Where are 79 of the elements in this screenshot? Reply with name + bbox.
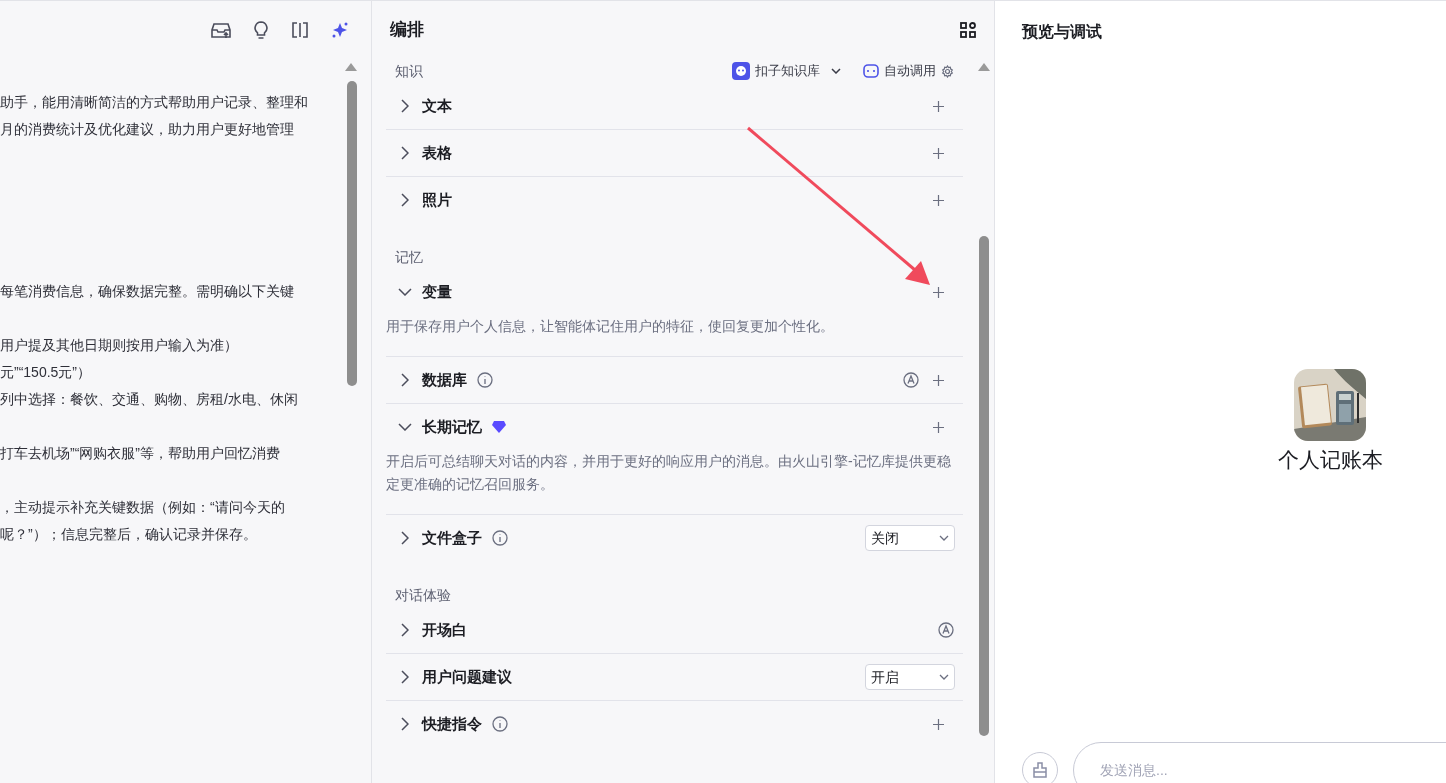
chevron-down-icon	[398, 423, 412, 431]
add-icon[interactable]	[933, 421, 944, 433]
chevron-right-icon	[401, 717, 409, 731]
row-title: 开场白	[422, 619, 467, 640]
robot-icon	[863, 64, 879, 78]
prompt-text-line: 每笔消费信息，确保数据完整。需明确以下关键	[0, 282, 295, 301]
expand-toggle[interactable]	[398, 670, 412, 684]
split-view-icon[interactable]	[291, 22, 309, 38]
prompt-text-line: 呢？”）；信息完整后，确认记录并保存。	[0, 525, 258, 544]
expand-toggle[interactable]	[398, 193, 412, 207]
panel-title: 编排	[390, 19, 424, 42]
scrollbar-thumb[interactable]	[979, 236, 989, 736]
grid-icon[interactable]	[960, 22, 976, 38]
add-icon[interactable]	[933, 147, 944, 159]
prompt-text-line: ，主动提示补充关键数据（例如：“请问今天的	[0, 498, 286, 517]
chevron-down-icon	[939, 674, 949, 680]
expand-toggle[interactable]	[398, 420, 412, 434]
expand-toggle[interactable]	[398, 146, 412, 160]
chevron-right-icon	[401, 99, 409, 113]
row-title: 文件盒子	[422, 527, 482, 548]
prompt-text-line: 打车去机场”“网购衣服”等，帮助用户回忆消费	[0, 444, 281, 463]
brush-icon	[1032, 762, 1048, 778]
expand-toggle[interactable]	[398, 99, 412, 113]
scrollbar-up-arrow[interactable]	[345, 63, 357, 71]
chevron-right-icon	[401, 193, 409, 207]
section-label: 对话体验	[395, 585, 451, 605]
expand-toggle[interactable]	[398, 285, 412, 299]
section-label: 记忆	[395, 247, 423, 267]
info-icon[interactable]	[492, 530, 508, 546]
select-dropdown[interactable]: 开启	[865, 664, 955, 690]
add-icon[interactable]	[933, 100, 944, 112]
row-description: 开启后可总结聊天对话的内容，并用于更好的响应用户的消息。由火山引擎-记忆库提供更稳定更准确的记忆召回服务。	[386, 452, 952, 494]
expand-toggle[interactable]	[398, 531, 412, 545]
info-icon[interactable]	[492, 716, 508, 732]
row-title: 文本	[422, 95, 452, 116]
message-input[interactable]: 发送消息...	[1073, 742, 1446, 783]
expand-toggle[interactable]	[398, 717, 412, 731]
chevron-down-icon	[831, 68, 841, 74]
call-mode-button[interactable]: 自动调用	[863, 61, 954, 81]
bot-logo-icon	[732, 62, 750, 80]
settings-icon	[941, 64, 954, 78]
add-icon[interactable]	[933, 286, 944, 298]
row-title: 快捷指令	[422, 713, 482, 734]
sparkle-icon[interactable]	[331, 21, 349, 39]
row-title: 表格	[422, 142, 452, 163]
select-dropdown[interactable]: 关闭	[865, 525, 955, 551]
row-title: 变量	[422, 281, 452, 302]
row-title: 照片	[422, 189, 452, 210]
expand-toggle[interactable]	[398, 373, 412, 387]
chevron-down-icon	[939, 535, 949, 541]
prompt-text-line: 用户提及其他日期则按用户输入为准）	[0, 336, 239, 355]
lightbulb-icon[interactable]	[253, 20, 269, 40]
chevron-right-icon	[401, 146, 409, 160]
add-icon[interactable]	[933, 194, 944, 206]
prompt-text-line: 列中选择：餐饮、交通、购物、房租/水电、休闲	[0, 390, 299, 409]
row-title: 数据库	[422, 369, 467, 390]
add-icon[interactable]	[933, 718, 944, 730]
prompt-text-line: 元”“150.5元”）	[0, 363, 93, 382]
panel-title: 预览与调试	[1022, 22, 1102, 42]
row-description: 用于保存用户个人信息，让智能体记住用户的特征，使回复更加个性化。	[386, 317, 835, 336]
row-title: 用户问题建议	[422, 666, 512, 687]
chevron-down-icon	[398, 288, 412, 296]
bot-name: 个人记账本	[1277, 447, 1383, 473]
prompt-text-line: 月的消费统计及优化建议，助力用户更好地管理	[0, 120, 295, 139]
chevron-right-icon	[401, 531, 409, 545]
info-icon[interactable]	[477, 372, 493, 388]
chevron-right-icon	[401, 623, 409, 637]
inbox-upload-icon[interactable]	[211, 21, 231, 39]
chevron-right-icon	[401, 670, 409, 684]
scrollbar-thumb[interactable]	[347, 81, 357, 386]
row-title: 长期记忆	[422, 416, 482, 437]
auto-mode-icon[interactable]	[903, 372, 919, 388]
chevron-right-icon	[401, 373, 409, 387]
add-icon[interactable]	[933, 374, 944, 386]
knowledge-source-dropdown[interactable]: 扣子知识库	[732, 61, 841, 81]
expand-toggle[interactable]	[398, 623, 412, 637]
auto-mode-icon[interactable]	[938, 622, 954, 638]
section-label: 知识	[395, 61, 423, 81]
prompt-text-line: 助手，能用清晰简洁的方式帮助用户记录、整理和	[0, 93, 309, 112]
